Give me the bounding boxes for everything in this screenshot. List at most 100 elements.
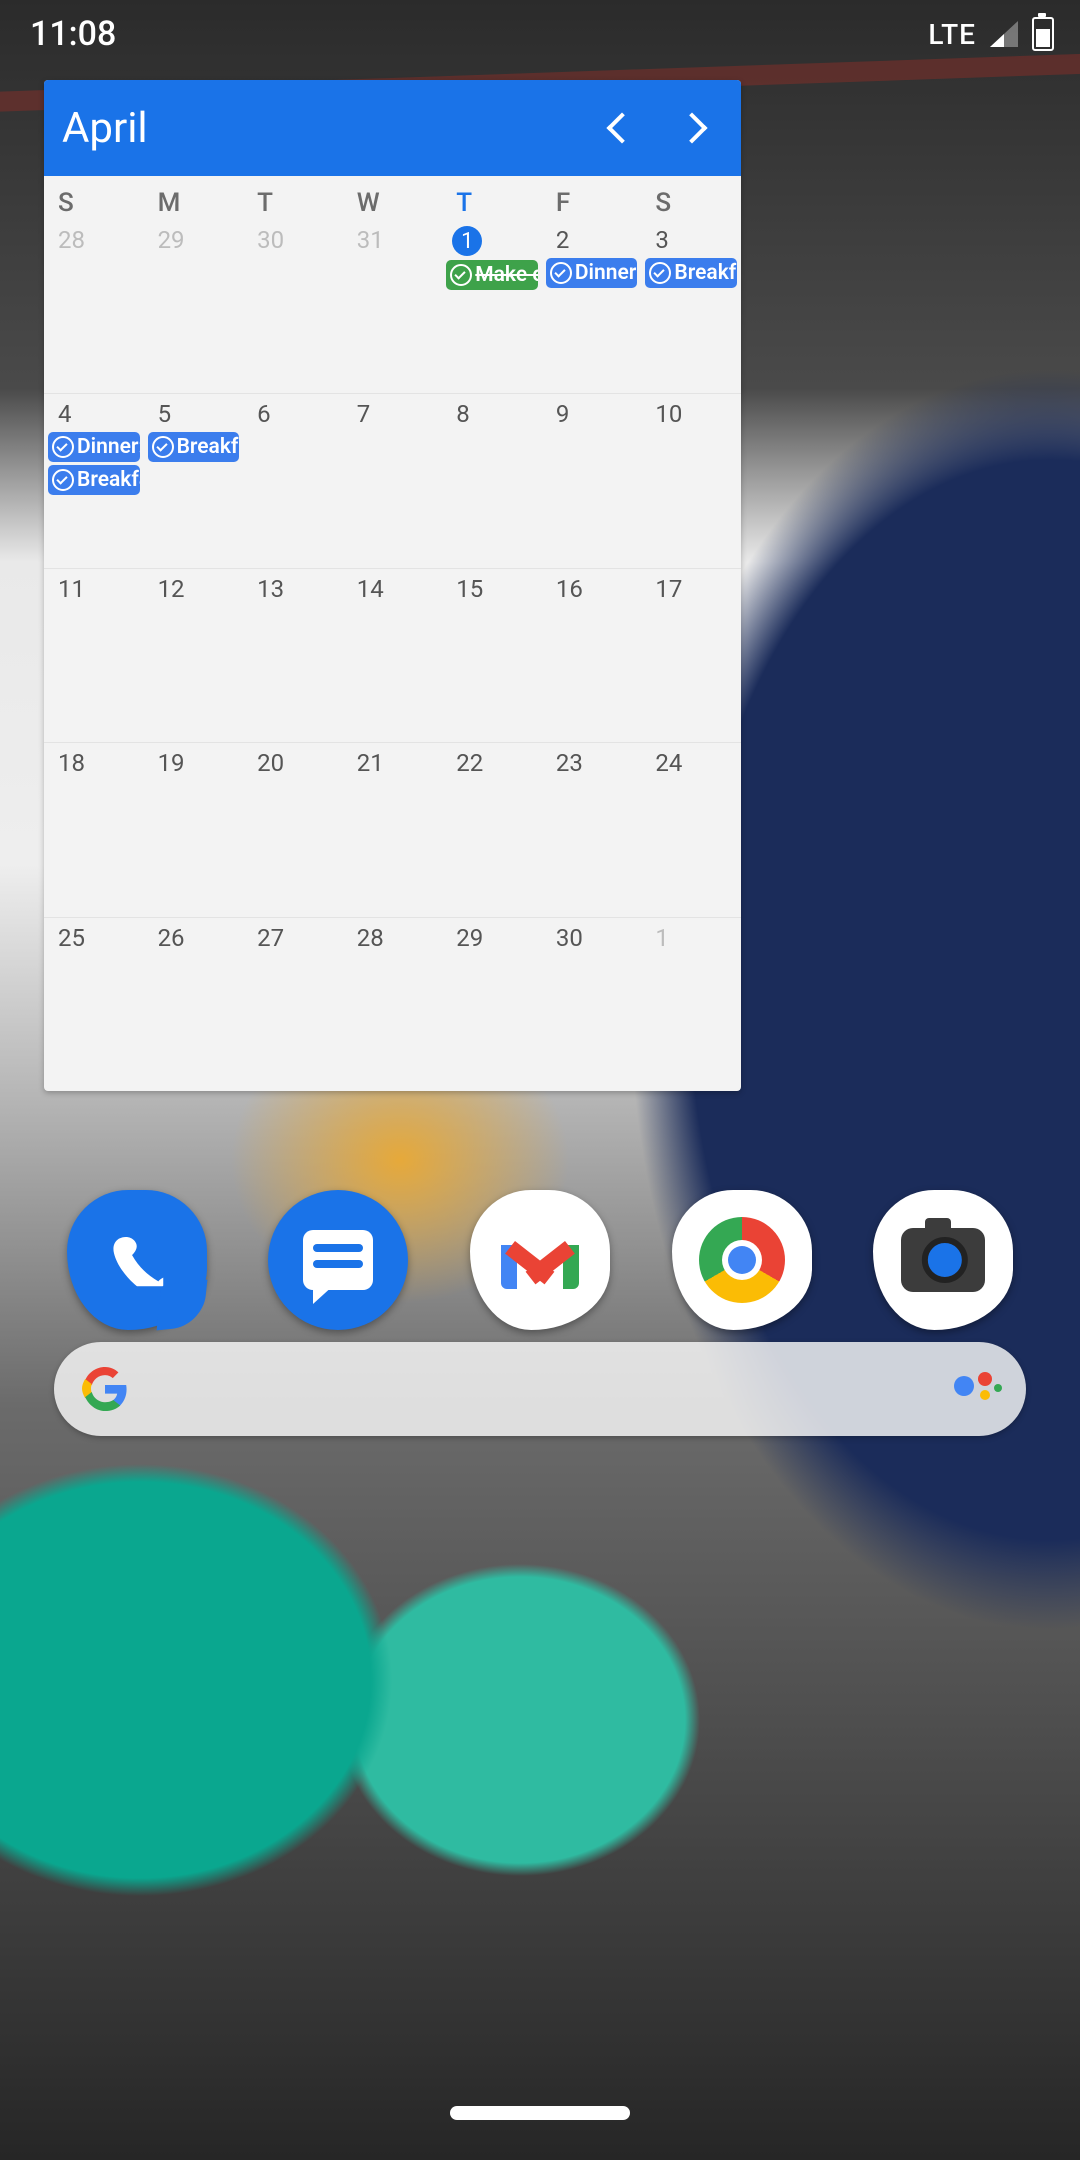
- chrome-app[interactable]: [672, 1190, 812, 1330]
- event-chip[interactable]: Dinner:: [48, 432, 140, 462]
- day-cell[interactable]: 8: [442, 394, 542, 567]
- event-label: Breakfa: [674, 261, 737, 285]
- event-chips: Dinner: Breakfa: [46, 432, 142, 495]
- day-cell[interactable]: 2Dinner:: [542, 220, 642, 393]
- day-cell[interactable]: 21: [343, 743, 443, 916]
- day-cell[interactable]: 4 Dinner: Breakfa: [44, 394, 144, 567]
- day-number: 28: [46, 224, 85, 254]
- day-number: 1: [452, 226, 482, 256]
- day-number: 6: [245, 398, 271, 428]
- gmail-app[interactable]: [470, 1190, 610, 1330]
- week-row: 1112 13 14 15 16 17: [44, 568, 741, 742]
- gesture-nav-bar[interactable]: [450, 2106, 630, 2120]
- day-number: 3: [643, 224, 669, 254]
- day-number: 22: [444, 747, 483, 777]
- task-check-icon: [649, 262, 671, 284]
- day-cell[interactable]: 27: [243, 918, 343, 1091]
- day-cell[interactable]: 16: [542, 569, 642, 742]
- calendar-widget[interactable]: April SMTWTFS 282930311Make c2Dinner:3Br…: [44, 80, 741, 1091]
- status-right: LTE: [928, 17, 1054, 51]
- day-cell[interactable]: 6: [243, 394, 343, 567]
- next-month-button[interactable]: [657, 93, 727, 163]
- day-number: 26: [146, 922, 185, 952]
- chevron-left-icon: [606, 112, 637, 143]
- prev-month-button[interactable]: [587, 93, 657, 163]
- task-check-icon: [52, 436, 74, 458]
- dow-cell: T: [442, 176, 542, 220]
- event-chip[interactable]: Breakfa: [148, 432, 240, 462]
- phone-app[interactable]: [67, 1190, 207, 1330]
- google-search-bar[interactable]: [54, 1342, 1026, 1436]
- day-number: 7: [345, 398, 371, 428]
- task-check-icon: [52, 469, 74, 491]
- dow-cell: F: [542, 176, 642, 220]
- day-cell[interactable]: 5Breakfa: [144, 394, 244, 567]
- day-cell[interactable]: 28: [343, 918, 443, 1091]
- day-cell[interactable]: 9: [542, 394, 642, 567]
- event-label: Breakfa: [77, 468, 140, 492]
- day-cell[interactable]: 29: [442, 918, 542, 1091]
- day-number: 31: [345, 224, 384, 254]
- day-cell[interactable]: 1: [641, 918, 741, 1091]
- calendar-month-title[interactable]: April: [62, 104, 587, 153]
- phone-icon: [105, 1228, 169, 1292]
- day-number: 15: [444, 573, 483, 603]
- camera-icon: [901, 1228, 985, 1292]
- event-label: Make c: [475, 263, 538, 287]
- day-cell[interactable]: 7: [343, 394, 443, 567]
- day-number: 12: [146, 573, 185, 603]
- day-cell[interactable]: 29: [144, 220, 244, 393]
- day-cell[interactable]: 30: [542, 918, 642, 1091]
- event-label: Breakfa: [177, 435, 240, 459]
- day-number: 14: [345, 573, 384, 603]
- gmail-icon: [501, 1231, 579, 1289]
- week-row: 2526272829301: [44, 917, 741, 1091]
- day-cell[interactable]: 17: [641, 569, 741, 742]
- day-number: 4: [46, 398, 72, 428]
- day-cell[interactable]: 12: [144, 569, 244, 742]
- dow-cell: T: [243, 176, 343, 220]
- event-chip[interactable]: Breakfa: [645, 258, 737, 288]
- event-chip[interactable]: Make c: [446, 260, 538, 290]
- day-cell[interactable]: 31: [343, 220, 443, 393]
- battery-icon: [1032, 17, 1054, 51]
- day-cell[interactable]: 10: [641, 394, 741, 567]
- day-number: 19: [146, 747, 185, 777]
- day-number: 23: [544, 747, 583, 777]
- day-number: 27: [245, 922, 284, 952]
- day-cell[interactable]: 13: [243, 569, 343, 742]
- day-number: 24: [643, 747, 682, 777]
- day-cell[interactable]: 26: [144, 918, 244, 1091]
- day-cell[interactable]: 23: [542, 743, 642, 916]
- day-cell[interactable]: 19: [144, 743, 244, 916]
- event-chip[interactable]: Breakfa: [48, 465, 140, 495]
- camera-app[interactable]: [873, 1190, 1013, 1330]
- day-number: 30: [544, 922, 583, 952]
- messages-icon: [303, 1230, 373, 1290]
- day-cell[interactable]: 15: [442, 569, 542, 742]
- day-number: 16: [544, 573, 583, 603]
- day-cell[interactable]: 3Breakfa: [641, 220, 741, 393]
- day-cell[interactable]: 28: [44, 220, 144, 393]
- day-cell[interactable]: 22: [442, 743, 542, 916]
- calendar-header: April: [44, 80, 741, 176]
- day-cell[interactable]: 11: [44, 569, 144, 742]
- day-cell[interactable]: 20: [243, 743, 343, 916]
- dow-cell: S: [641, 176, 741, 220]
- google-logo-icon: [82, 1366, 128, 1412]
- day-cell[interactable]: 30: [243, 220, 343, 393]
- assistant-icon[interactable]: [952, 1366, 998, 1412]
- day-number: 30: [245, 224, 284, 254]
- day-cell[interactable]: 25: [44, 918, 144, 1091]
- day-cell[interactable]: 1 Make c: [442, 220, 542, 393]
- day-cell[interactable]: 14: [343, 569, 443, 742]
- day-number: 28: [345, 922, 384, 952]
- day-cell[interactable]: 24: [641, 743, 741, 916]
- day-number: 29: [146, 224, 185, 254]
- event-chip[interactable]: Dinner:: [546, 258, 638, 288]
- event-label: Dinner:: [575, 261, 638, 285]
- day-number: 13: [245, 573, 284, 603]
- day-cell[interactable]: 18: [44, 743, 144, 916]
- messages-app[interactable]: [268, 1190, 408, 1330]
- dow-cell: S: [44, 176, 144, 220]
